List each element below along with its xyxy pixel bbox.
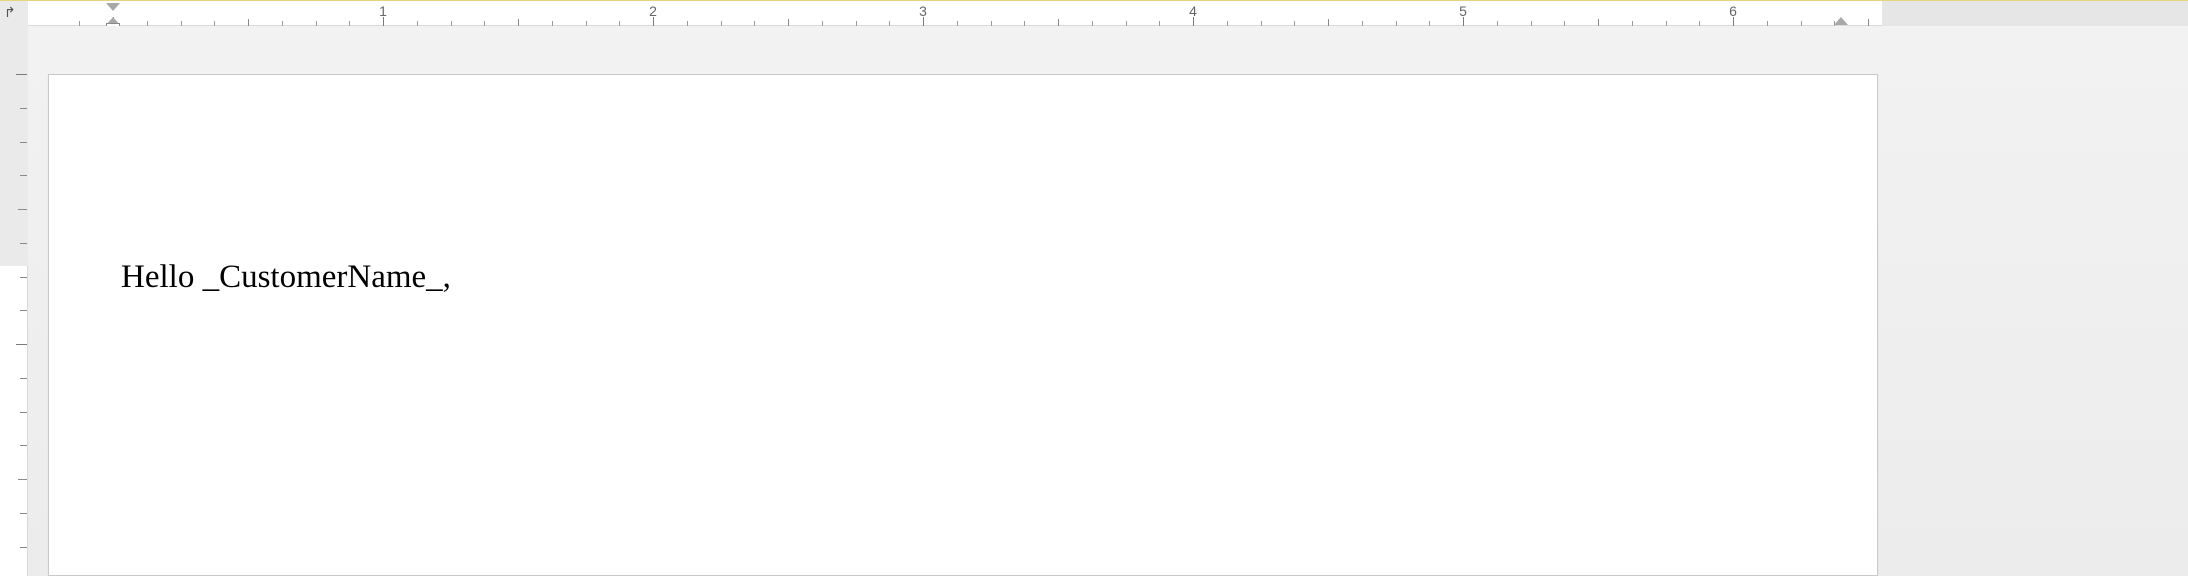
editing-surface: Hello _CustomerName_, bbox=[28, 26, 2188, 576]
greeting-line[interactable]: Hello _CustomerName_, bbox=[121, 257, 1805, 298]
vruler-tick bbox=[20, 310, 27, 311]
document-page[interactable]: Hello _CustomerName_, bbox=[48, 74, 1878, 576]
vruler-tick bbox=[20, 243, 27, 244]
page-area: Hello _CustomerName_, bbox=[48, 74, 2188, 576]
ruler-right-margin-shade bbox=[1882, 1, 2188, 27]
vruler-tick bbox=[20, 142, 27, 143]
horizontal-ruler[interactable]: ↱ 1234567 bbox=[0, 0, 2188, 26]
word-processor-viewport: ↱ 1234567 Hello _CustomerName_, bbox=[0, 0, 2188, 576]
vruler-tick bbox=[20, 513, 27, 514]
right-indent-marker[interactable] bbox=[1834, 17, 1848, 25]
vruler-tick bbox=[20, 175, 27, 176]
ruler-number: 6 bbox=[1729, 3, 1737, 19]
vruler-tick bbox=[20, 378, 27, 379]
first-line-indent-marker[interactable] bbox=[106, 3, 120, 11]
vruler-tick bbox=[20, 277, 27, 278]
ruler-number: 3 bbox=[919, 3, 927, 19]
vruler-tick bbox=[18, 479, 27, 480]
ruler-number: 2 bbox=[649, 3, 657, 19]
ruler-tick-area: 1234567 bbox=[0, 1, 2188, 27]
document-body[interactable]: Hello _CustomerName_, bbox=[121, 257, 1805, 298]
vruler-tick bbox=[16, 344, 27, 345]
vruler-tick bbox=[16, 74, 27, 75]
ruler-number: 4 bbox=[1189, 3, 1197, 19]
ruler-number: 1 bbox=[379, 3, 387, 19]
vruler-top-margin-shade bbox=[0, 26, 28, 266]
vruler-tick bbox=[20, 108, 27, 109]
vruler-tick bbox=[20, 445, 27, 446]
ruler-number: 5 bbox=[1459, 3, 1467, 19]
vertical-ruler[interactable] bbox=[0, 26, 28, 576]
vruler-tick bbox=[18, 209, 27, 210]
vruler-tick bbox=[20, 412, 27, 413]
vruler-tick bbox=[20, 547, 27, 548]
